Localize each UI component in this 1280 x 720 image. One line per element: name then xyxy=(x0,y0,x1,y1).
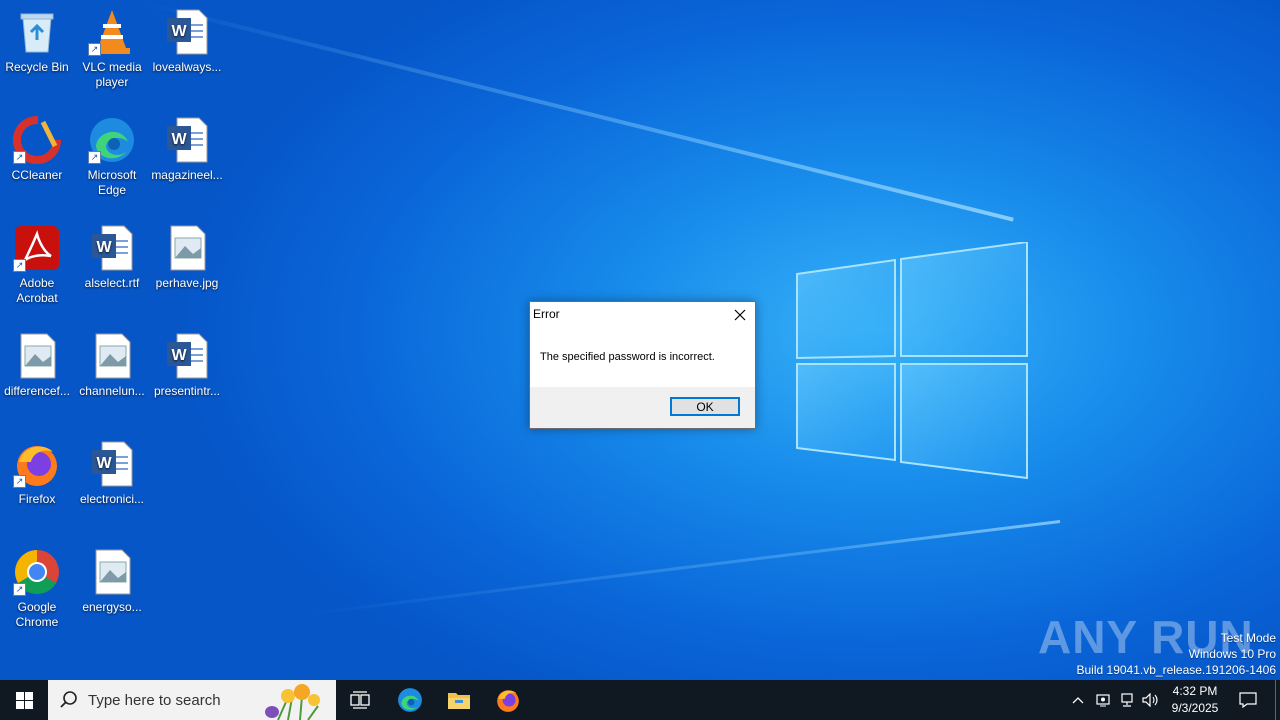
desktop-icon-recycle-bin[interactable]: Recycle Bin xyxy=(0,0,75,75)
word-document-icon: W xyxy=(163,8,211,56)
edition-label: Windows 10 Pro xyxy=(1188,647,1276,661)
tray-volume-button[interactable] xyxy=(1140,680,1162,720)
firefox-icon xyxy=(497,690,519,712)
shortcut-arrow-icon: ↗ xyxy=(13,259,26,272)
windows-watermark: Test Mode Windows 10 Pro Build 19041.vb_… xyxy=(1077,630,1277,678)
taskbar-clock[interactable]: 4:32 PM 9/3/2025 xyxy=(1160,683,1230,717)
desktop-icon-lovealways[interactable]: W lovealways... xyxy=(149,0,225,75)
word-document-icon: W xyxy=(163,116,211,164)
vlc-icon: ↗ xyxy=(88,8,136,56)
clock-time: 4:32 PM xyxy=(1172,684,1218,698)
firefox-icon: ↗ xyxy=(13,440,61,488)
recycle-bin-icon xyxy=(13,8,61,56)
taskbar: Type here to search 4:32 PM 9/3/2025 xyxy=(0,680,1280,720)
word-document-icon: W xyxy=(88,440,136,488)
taskbar-edge-button[interactable] xyxy=(386,680,434,720)
ccleaner-icon: ↗ xyxy=(13,116,61,164)
svg-text:W: W xyxy=(171,23,187,40)
task-view-button[interactable] xyxy=(336,680,384,720)
desktop-icon-electronici[interactable]: W electronici... xyxy=(74,432,150,507)
image-file-icon xyxy=(88,548,136,596)
search-icon xyxy=(60,691,77,708)
svg-text:W: W xyxy=(171,131,187,148)
shortcut-arrow-icon: ↗ xyxy=(13,583,26,596)
desktop-icon-differencef[interactable]: differencef... xyxy=(0,324,75,399)
edge-icon xyxy=(398,688,422,712)
show-desktop-divider[interactable] xyxy=(1275,680,1276,720)
network-icon xyxy=(1121,693,1133,707)
show-hidden-icons-button[interactable] xyxy=(1068,680,1088,720)
clock-date: 9/3/2025 xyxy=(1171,701,1219,715)
windows-start-icon xyxy=(15,691,33,709)
chevron-up-icon xyxy=(1072,697,1084,704)
test-mode-label: Test Mode xyxy=(1220,631,1276,645)
task-view-icon xyxy=(350,691,370,709)
build-label: Build 19041.vb_release.191206-1406 xyxy=(1076,663,1277,677)
dialog-message: The specified password is incorrect. xyxy=(540,351,715,363)
dialog-close-button[interactable] xyxy=(725,302,755,328)
tray-meet-now-button[interactable] xyxy=(1092,680,1114,720)
shortcut-arrow-icon: ↗ xyxy=(88,43,101,56)
svg-text:W: W xyxy=(96,239,112,256)
taskbar-firefox-button[interactable] xyxy=(484,680,532,720)
word-document-icon: W xyxy=(163,332,211,380)
desktop-icon-alselect[interactable]: W alselect.rtf xyxy=(74,216,150,291)
search-highlight-flowers-icon xyxy=(265,684,320,720)
notification-icon xyxy=(1239,692,1257,708)
desktop-icon-edge[interactable]: ↗ Microsoft Edge xyxy=(74,108,150,198)
taskbar-search-box[interactable]: Type here to search xyxy=(48,680,336,720)
desktop-icon-presentintr[interactable]: W presentintr... xyxy=(149,324,225,399)
image-file-icon xyxy=(88,332,136,380)
background-light-beam xyxy=(139,0,1014,222)
start-button[interactable] xyxy=(0,680,48,720)
shortcut-arrow-icon: ↗ xyxy=(88,151,101,164)
desktop-icon-ccleaner[interactable]: ↗ CCleaner xyxy=(0,108,75,183)
windows-logo-wallpaper xyxy=(796,242,1028,480)
shortcut-arrow-icon: ↗ xyxy=(13,475,26,488)
acrobat-icon: ↗ xyxy=(13,224,61,272)
taskbar-file-explorer-button[interactable] xyxy=(435,680,483,720)
chrome-icon: ↗ xyxy=(13,548,61,596)
desktop-icon-energyso[interactable]: energyso... xyxy=(74,540,150,615)
desktop-icon-vlc[interactable]: ↗ VLC media player xyxy=(74,0,150,90)
shortcut-arrow-icon: ↗ xyxy=(13,151,26,164)
desktop-icon-firefox[interactable]: ↗ Firefox xyxy=(0,432,75,507)
action-center-button[interactable] xyxy=(1234,680,1262,720)
dialog-title: Error xyxy=(533,307,560,321)
ok-button[interactable]: OK xyxy=(670,397,740,416)
desktop-icon-magazineel[interactable]: W magazineel... xyxy=(149,108,225,183)
image-file-icon xyxy=(13,332,61,380)
desktop-icon-acrobat[interactable]: ↗ Adobe Acrobat xyxy=(0,216,75,306)
dialog-footer: OK xyxy=(530,387,755,428)
svg-text:W: W xyxy=(171,347,187,364)
close-icon xyxy=(734,309,746,321)
speaker-icon xyxy=(1142,693,1158,707)
image-file-icon xyxy=(163,224,211,272)
edge-icon: ↗ xyxy=(88,116,136,164)
desktop-icon-perhave[interactable]: perhave.jpg xyxy=(149,216,225,291)
tray-network-button[interactable] xyxy=(1116,680,1138,720)
desktop-icon-chrome[interactable]: ↗ Google Chrome xyxy=(0,540,75,630)
word-document-icon: W xyxy=(88,224,136,272)
background-light-beam xyxy=(305,520,1061,616)
error-dialog: Error The specified password is incorrec… xyxy=(529,301,756,429)
desktop-icon-channelun[interactable]: channelun... xyxy=(74,324,150,399)
svg-text:W: W xyxy=(96,455,112,472)
webcam-icon xyxy=(1096,694,1110,707)
file-explorer-icon xyxy=(448,693,470,709)
search-placeholder: Type here to search xyxy=(88,692,221,709)
